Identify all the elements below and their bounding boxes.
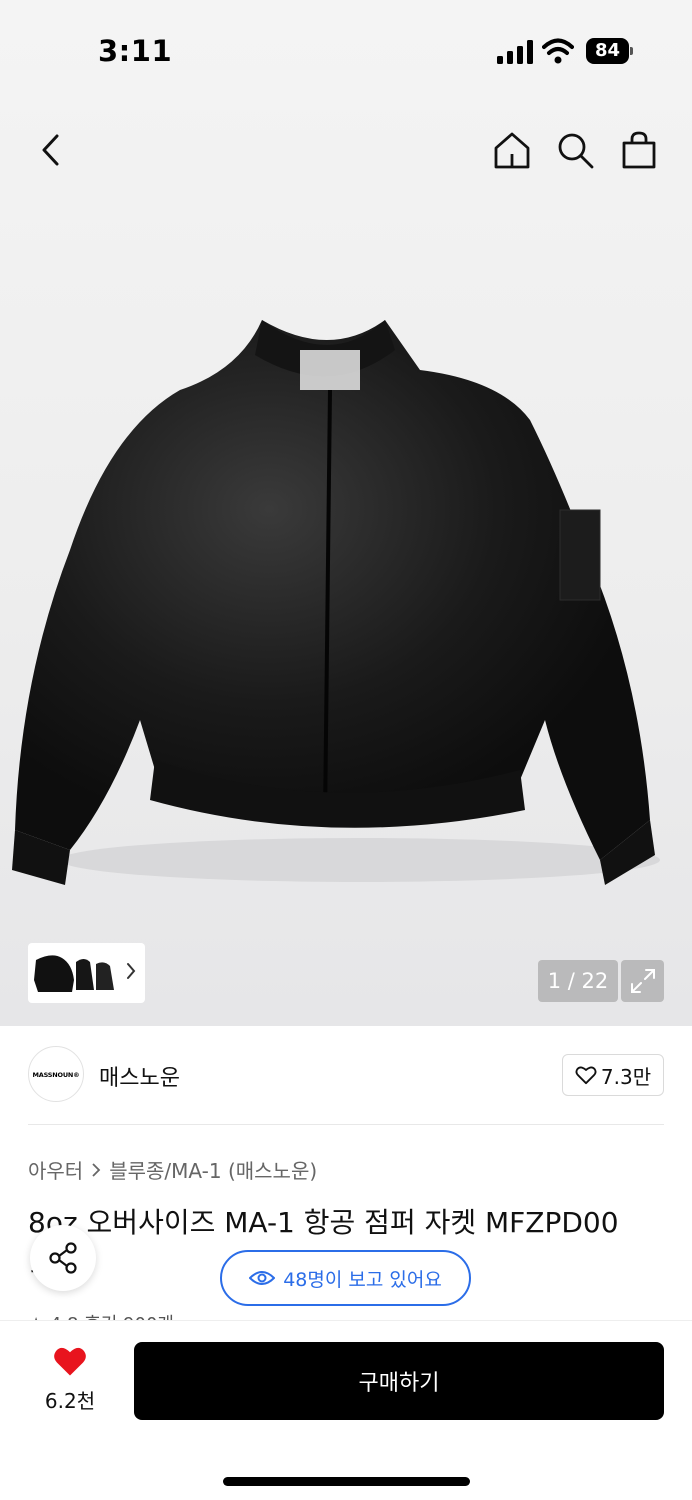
home-indicator bbox=[223, 1477, 470, 1486]
wishlist-button[interactable]: 6.2천 bbox=[30, 1345, 110, 1414]
search-icon bbox=[558, 133, 594, 169]
brand-like-count: 7.3만 bbox=[600, 1064, 652, 1089]
search-button[interactable] bbox=[553, 128, 597, 172]
chevron-right-icon bbox=[92, 1162, 101, 1177]
cart-button[interactable] bbox=[617, 128, 661, 172]
brand-like-button[interactable]: 7.3만 bbox=[562, 1054, 664, 1096]
battery-icon: 84 bbox=[586, 38, 634, 64]
status-bar: 3:11 84 bbox=[0, 0, 692, 100]
share-icon bbox=[49, 1242, 77, 1274]
breadcrumb: 아우터 블루종/MA-1 (매스노운) bbox=[28, 1155, 317, 1184]
thumbnail-strip[interactable] bbox=[28, 943, 145, 1003]
home-button[interactable] bbox=[490, 128, 534, 172]
brand-logo[interactable]: MASSNOUN® bbox=[28, 1046, 84, 1102]
wishlist-count: 6.2천 bbox=[44, 1389, 96, 1413]
purchase-bar: 6.2천 구매하기 bbox=[0, 1320, 692, 1500]
breadcrumb-category[interactable]: 아우터 bbox=[28, 1155, 83, 1184]
buy-button[interactable]: 구매하기 bbox=[134, 1342, 664, 1420]
thumbnail-image bbox=[34, 955, 114, 992]
battery-level: 84 bbox=[586, 38, 629, 64]
viewers-badge: 48명이 보고 있어요 bbox=[220, 1250, 471, 1306]
brand-row[interactable]: MASSNOUN® 매스노운 7.3만 bbox=[28, 1046, 664, 1106]
wifi-icon bbox=[542, 38, 574, 64]
shopping-bag-icon bbox=[622, 131, 656, 169]
status-time: 3:11 bbox=[98, 34, 173, 68]
share-button[interactable] bbox=[30, 1225, 96, 1291]
brand-name[interactable]: 매스노운 bbox=[99, 1060, 180, 1092]
home-icon bbox=[494, 132, 530, 169]
product-title: 8oz 오버사이즈 MA-1 항공 점퍼 자켓 MFZPD00 bbox=[28, 1206, 619, 1239]
back-button[interactable] bbox=[28, 128, 72, 172]
chevron-left-icon bbox=[42, 134, 59, 166]
expand-icon bbox=[630, 969, 655, 993]
viewers-text: 48명이 보고 있어요 bbox=[283, 1268, 442, 1291]
product-image-gallery[interactable]: 3:11 84 1 / 22 bbox=[0, 0, 692, 1026]
cellular-signal-icon bbox=[497, 40, 533, 64]
divider bbox=[28, 1124, 664, 1125]
heart-filled-icon bbox=[54, 1347, 86, 1376]
heart-outline-icon bbox=[575, 1066, 597, 1085]
product-image-jacket bbox=[12, 320, 660, 885]
breadcrumb-subcategory[interactable]: 블루종/MA-1 (매스노운) bbox=[109, 1155, 317, 1184]
expand-button[interactable] bbox=[621, 960, 664, 1002]
eye-icon bbox=[249, 1271, 276, 1285]
image-counter: 1 / 22 bbox=[538, 960, 618, 1002]
chevron-right-icon bbox=[127, 963, 136, 979]
